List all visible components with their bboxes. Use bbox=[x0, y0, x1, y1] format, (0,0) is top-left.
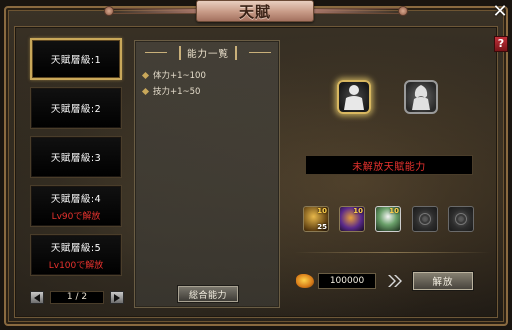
next-page-button[interactable] bbox=[110, 291, 124, 304]
skill-count: 25 bbox=[317, 223, 327, 231]
tab-tier-2[interactable]: 天賦層級:2 bbox=[30, 87, 122, 129]
page-indicator: 1 / 2 bbox=[50, 291, 104, 304]
stat-name: 技力+1~50 bbox=[153, 87, 201, 97]
silhouette-icon bbox=[344, 85, 364, 110]
ability-list-header: 能力一覧 bbox=[145, 46, 271, 60]
tab-tier-4[interactable]: 天賦層級:4 Lv90で解放 bbox=[30, 185, 122, 227]
empty-slot-icon bbox=[456, 214, 466, 224]
tab-label: 天賦層級:3 bbox=[50, 153, 102, 164]
tab-unlock-requirement: Lv90で解放 bbox=[51, 211, 101, 222]
title-ornament-left bbox=[110, 8, 200, 14]
unreleased-talent-status: 未解放天賦能力 bbox=[305, 155, 473, 175]
tab-unlock-requirement: Lv100で解放 bbox=[48, 260, 104, 271]
stat-name: 体力+1~100 bbox=[153, 71, 206, 81]
locked-skill-slot[interactable] bbox=[448, 206, 474, 232]
close-button[interactable]: ✕ bbox=[490, 2, 510, 22]
stat-row: 技力+1~50 bbox=[141, 85, 201, 97]
diamond-bullet-icon bbox=[141, 71, 150, 79]
gold-coin-icon bbox=[296, 274, 314, 288]
help-button[interactable]: ? bbox=[494, 36, 508, 52]
release-cost: 100000 bbox=[318, 273, 376, 289]
title-ornament-right bbox=[312, 8, 402, 14]
locked-skill-slot[interactable] bbox=[412, 206, 438, 232]
skill-level: 10 bbox=[353, 207, 363, 215]
talent-skill-slot[interactable]: 10 bbox=[339, 206, 365, 232]
close-icon: ✕ bbox=[492, 1, 508, 22]
stat-row: 体力+1~100 bbox=[141, 69, 214, 81]
ability-list-title: 能力一覧 bbox=[178, 46, 237, 60]
tab-pager: 1 / 2 bbox=[30, 291, 124, 305]
window-title-plate: 天賦 bbox=[196, 0, 314, 22]
arrow-left-icon bbox=[34, 293, 40, 302]
tab-tier-1[interactable]: 天賦層級:1 bbox=[30, 38, 122, 80]
diamond-bullet-icon bbox=[141, 87, 150, 95]
empty-slot-icon bbox=[420, 214, 430, 224]
talent-character-slot-selected[interactable] bbox=[337, 80, 371, 114]
tab-tier-3[interactable]: 天賦層級:3 bbox=[30, 136, 122, 178]
divider bbox=[294, 252, 490, 253]
double-arrow-right-icon bbox=[388, 275, 402, 287]
talent-skill-slot[interactable]: 10 25 bbox=[303, 206, 329, 232]
window-title: 天賦 bbox=[238, 2, 271, 21]
hooded-silhouette-icon bbox=[412, 85, 430, 110]
tab-tier-5[interactable]: 天賦層級:5 Lv100で解放 bbox=[30, 234, 122, 276]
arrow-right-icon bbox=[114, 293, 120, 302]
tab-label: 天賦層級:5 bbox=[50, 242, 102, 254]
title-ornament-gem-right bbox=[398, 6, 408, 16]
help-icon: ? bbox=[497, 37, 505, 50]
skill-level: 10 bbox=[389, 207, 399, 215]
release-button[interactable]: 解放 bbox=[412, 271, 474, 291]
tab-label: 天賦層級:2 bbox=[50, 104, 102, 115]
ability-list-panel: 能力一覧 体力+1~100 技力+1~50 総合能力 bbox=[134, 40, 280, 308]
combined-ability-button[interactable]: 総合能力 bbox=[177, 285, 239, 303]
title-ornament-gem-left bbox=[104, 6, 114, 16]
tab-label: 天賦層級:4 bbox=[50, 193, 102, 205]
skill-level: 10 bbox=[317, 207, 327, 215]
talent-skill-slot[interactable]: 10 bbox=[375, 206, 401, 232]
prev-page-button[interactable] bbox=[30, 291, 44, 304]
talent-character-slot[interactable] bbox=[404, 80, 438, 114]
tab-label: 天賦層級:1 bbox=[50, 55, 102, 66]
